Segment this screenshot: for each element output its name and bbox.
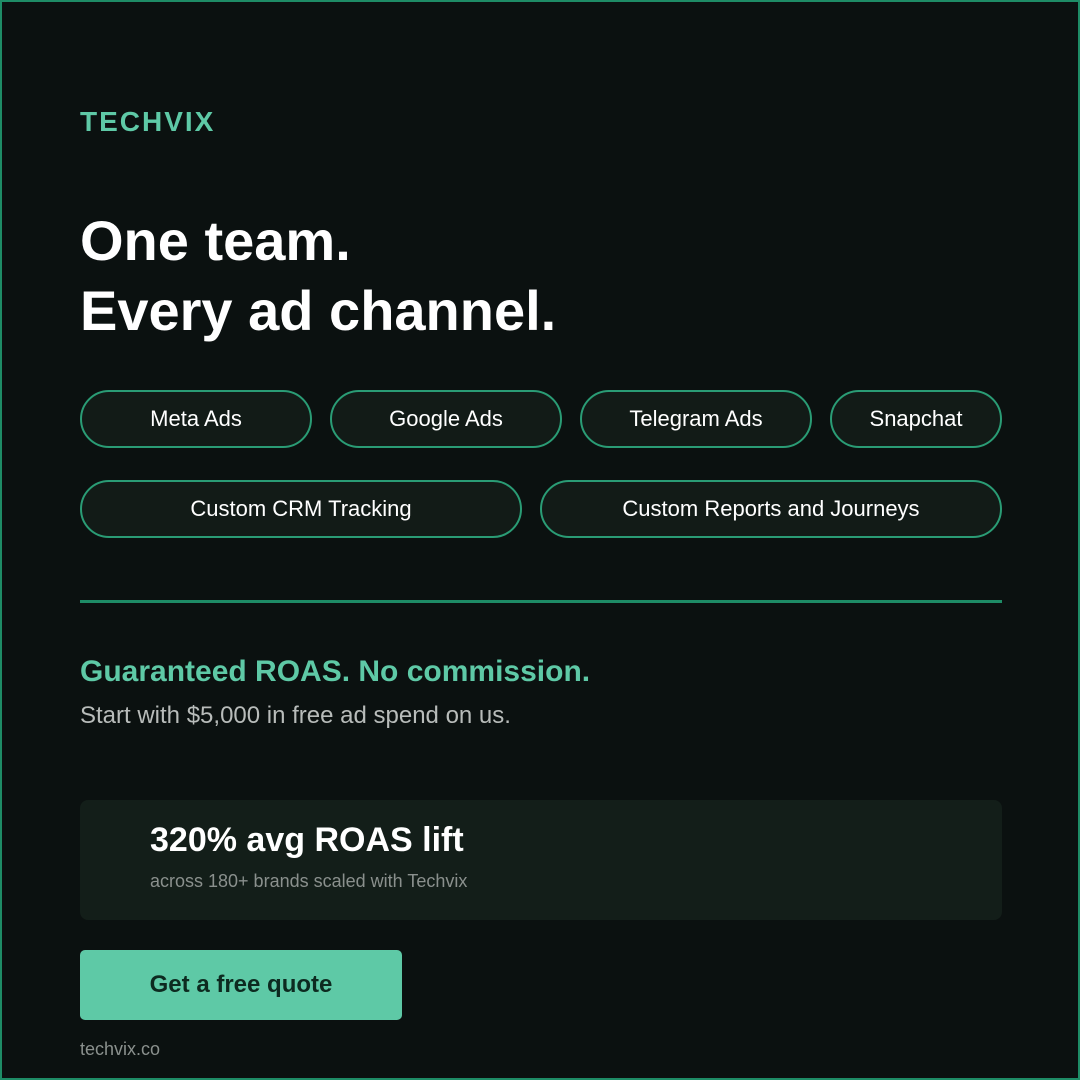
ad-creative: TECHVIX One team. Every ad channel. Meta… [0, 0, 1080, 1080]
channel-pill-google-ads[interactable]: Google Ads [330, 390, 562, 448]
channel-pill-meta-ads[interactable]: Meta Ads [80, 390, 312, 448]
website-link[interactable]: techvix.co [80, 1038, 160, 1060]
section-divider [80, 600, 1002, 603]
offer-title: Guaranteed ROAS. No commission. [80, 655, 591, 688]
stat-card: 320% avg ROAS lift across 180+ brands sc… [80, 800, 1002, 920]
offer-subtitle: Start with $5,000 in free ad spend on us… [80, 702, 511, 729]
channel-pill-reports-journeys[interactable]: Custom Reports and Journeys [540, 480, 1002, 538]
headline-line-1: One team. [80, 209, 351, 272]
channel-pill-snapchat[interactable]: Snapchat [830, 390, 1002, 448]
stat-note: across 180+ brands scaled with Techvix [150, 871, 468, 891]
channel-pill-crm-tracking[interactable]: Custom CRM Tracking [80, 480, 522, 538]
get-quote-button[interactable]: Get a free quote [80, 950, 402, 1020]
channel-pill-telegram-ads[interactable]: Telegram Ads [580, 390, 812, 448]
brand-logo: TECHVIX [80, 106, 216, 137]
stat-value: 320% avg ROAS lift [150, 821, 464, 859]
headline: One team. Every ad channel. [80, 206, 556, 346]
headline-line-2: Every ad channel. [80, 279, 557, 342]
